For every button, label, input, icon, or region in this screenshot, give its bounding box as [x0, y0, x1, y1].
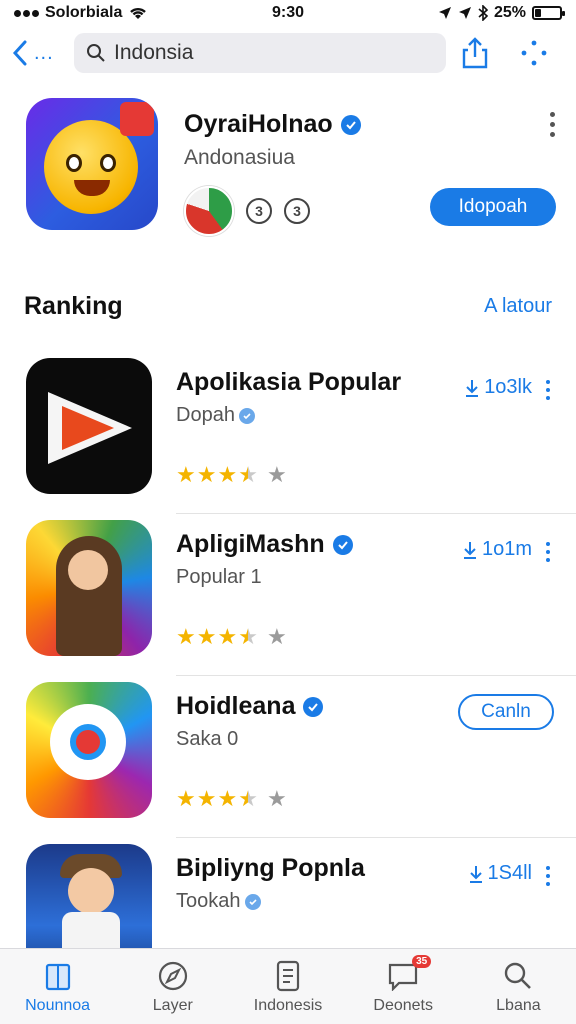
- ranking-header: Ranking A latour: [24, 292, 552, 321]
- app-title: Apolikasia Popular: [176, 368, 401, 397]
- tab-label: Deonets: [373, 997, 433, 1014]
- status-left: Solorbiala: [14, 4, 214, 22]
- tab-bar: Nounnoa Layer Indonesis 35 Deonets Lbana: [0, 948, 576, 1024]
- verified-icon: [340, 114, 361, 135]
- featured-app-icon[interactable]: [26, 98, 158, 230]
- app-title: Hoidleana: [176, 692, 324, 721]
- sparkle-icon[interactable]: [520, 39, 548, 67]
- open-button[interactable]: Canln: [458, 694, 554, 730]
- battery-percent: 25%: [493, 4, 526, 21]
- verified-icon: [238, 407, 255, 424]
- verified-icon: [244, 893, 261, 910]
- tab-label: Nounnoa: [25, 997, 91, 1014]
- compass-icon: [157, 959, 189, 993]
- download-count[interactable]: 1o1m: [462, 538, 532, 561]
- download-icon: [466, 379, 479, 397]
- rating-stars: ★★★★★: [176, 462, 287, 487]
- download-icon: [463, 541, 476, 559]
- status-time: 9:30: [271, 4, 305, 21]
- app-icon[interactable]: [26, 682, 152, 818]
- app-subtitle-text: Dopah: [176, 404, 235, 426]
- app-subtitle: Tookah: [176, 890, 261, 913]
- rating-stars: ★★★★★: [176, 624, 287, 649]
- battery-icon: [532, 6, 565, 20]
- app-subtitle: Popular 1: [176, 566, 262, 588]
- carrier-name: Solorbiala: [45, 4, 123, 21]
- info-chip-icon[interactable]: 3: [246, 198, 272, 224]
- search-value: Indonsia: [114, 41, 194, 64]
- download-count[interactable]: 1o3lk: [464, 376, 532, 399]
- list-item[interactable]: Apolikasia Popular Dopah ★ ★ ★ ★ ★ 1o3lk: [0, 352, 576, 514]
- tab-indonesis[interactable]: Indonesis: [230, 949, 345, 1024]
- app-title: Bipliyng Popnla: [176, 854, 365, 883]
- get-button[interactable]: Idopoah: [430, 188, 556, 226]
- more-options-icon[interactable]: [546, 542, 550, 562]
- more-options-icon[interactable]: [546, 866, 550, 886]
- ranking-list: Apolikasia Popular Dopah ★ ★ ★ ★ ★ 1o3lk Apl…: [0, 352, 576, 1000]
- chevron-left-icon: [12, 40, 27, 66]
- book-icon: [43, 959, 73, 993]
- featured-app-name: OyraiHolnao: [184, 110, 333, 138]
- battery-fill: [535, 9, 541, 17]
- search-icon: [503, 959, 533, 993]
- back-button[interactable]: ...: [12, 40, 74, 66]
- developer-logo-icon[interactable]: [184, 186, 234, 236]
- wifi-icon: [130, 7, 147, 19]
- app-name: Apolikasia Popular: [176, 368, 402, 396]
- verified-icon: [332, 534, 353, 555]
- info-chip-icon[interactable]: 3: [284, 198, 310, 224]
- ranking-title: Ranking: [24, 292, 123, 320]
- tab-home[interactable]: Nounnoa: [0, 949, 115, 1024]
- signal-icon: [14, 9, 39, 17]
- download-count[interactable]: 1S4ll: [468, 862, 532, 885]
- featured-app[interactable]: OyraiHolnao Andonasiua 3 3 Idopoah: [26, 98, 556, 238]
- app-name: ApligiMashn: [176, 530, 325, 558]
- list-item[interactable]: Hoidleana Saka 0 ★ ★ ★ ★ ★ Canln: [0, 676, 576, 838]
- location-arrow-icon: [458, 7, 471, 19]
- verified-icon: [303, 696, 324, 717]
- notification-badge: 35: [412, 955, 432, 968]
- ranking-see-all-link[interactable]: A latour: [484, 295, 552, 318]
- tab-label: Lbana: [496, 997, 541, 1014]
- download-count-text: 1o3lk: [484, 376, 532, 398]
- top-bar: ... Indonsia: [0, 26, 576, 80]
- app-subtitle-text: Tookah: [176, 890, 241, 912]
- tab-deonets[interactable]: 35 Deonets: [346, 949, 461, 1024]
- app-icon[interactable]: [26, 358, 152, 494]
- app-badge-icon: [120, 102, 154, 136]
- tab-search[interactable]: Lbana: [461, 949, 576, 1024]
- download-count-text: 1o1m: [481, 538, 532, 560]
- bluetooth-icon: [478, 5, 488, 21]
- document-icon: [274, 959, 302, 993]
- app-name: Hoidleana: [176, 692, 296, 720]
- featured-app-meta: 3 3: [184, 186, 310, 236]
- download-count-text: 1S4ll: [487, 862, 532, 884]
- tab-label: Indonesis: [253, 997, 323, 1014]
- tab-layer[interactable]: Layer: [115, 949, 230, 1024]
- featured-app-subtitle: Andonasiua: [184, 146, 295, 169]
- message-icon: 35: [387, 955, 432, 993]
- more-options-icon[interactable]: [546, 380, 550, 400]
- location-arrow-icon: [438, 7, 451, 19]
- more-options-icon[interactable]: [548, 112, 556, 137]
- search-icon: [87, 44, 105, 62]
- list-item[interactable]: ApligiMashn Popular 1 ★ ★ ★ ★ ★ 1o1m: [0, 514, 576, 676]
- rating-stars: ★★★★★: [176, 786, 287, 811]
- app-name: Bipliyng Popnla: [176, 854, 365, 882]
- app-title: ApligiMashn: [176, 530, 353, 559]
- back-ellipsis-icon: ...: [34, 41, 54, 64]
- share-icon[interactable]: [462, 37, 488, 69]
- status-right: 25%: [362, 4, 565, 22]
- app-subtitle: Saka 0: [176, 728, 239, 750]
- app-subtitle: Dopah: [176, 404, 255, 427]
- status-bar: Solorbiala 9:30 25%: [0, 0, 576, 26]
- download-icon: [469, 865, 482, 883]
- top-actions: [446, 37, 564, 69]
- featured-app-title: OyraiHolnao: [184, 110, 361, 139]
- app-icon[interactable]: [26, 520, 152, 656]
- search-input[interactable]: Indonsia: [74, 33, 446, 73]
- tab-label: Layer: [152, 997, 193, 1014]
